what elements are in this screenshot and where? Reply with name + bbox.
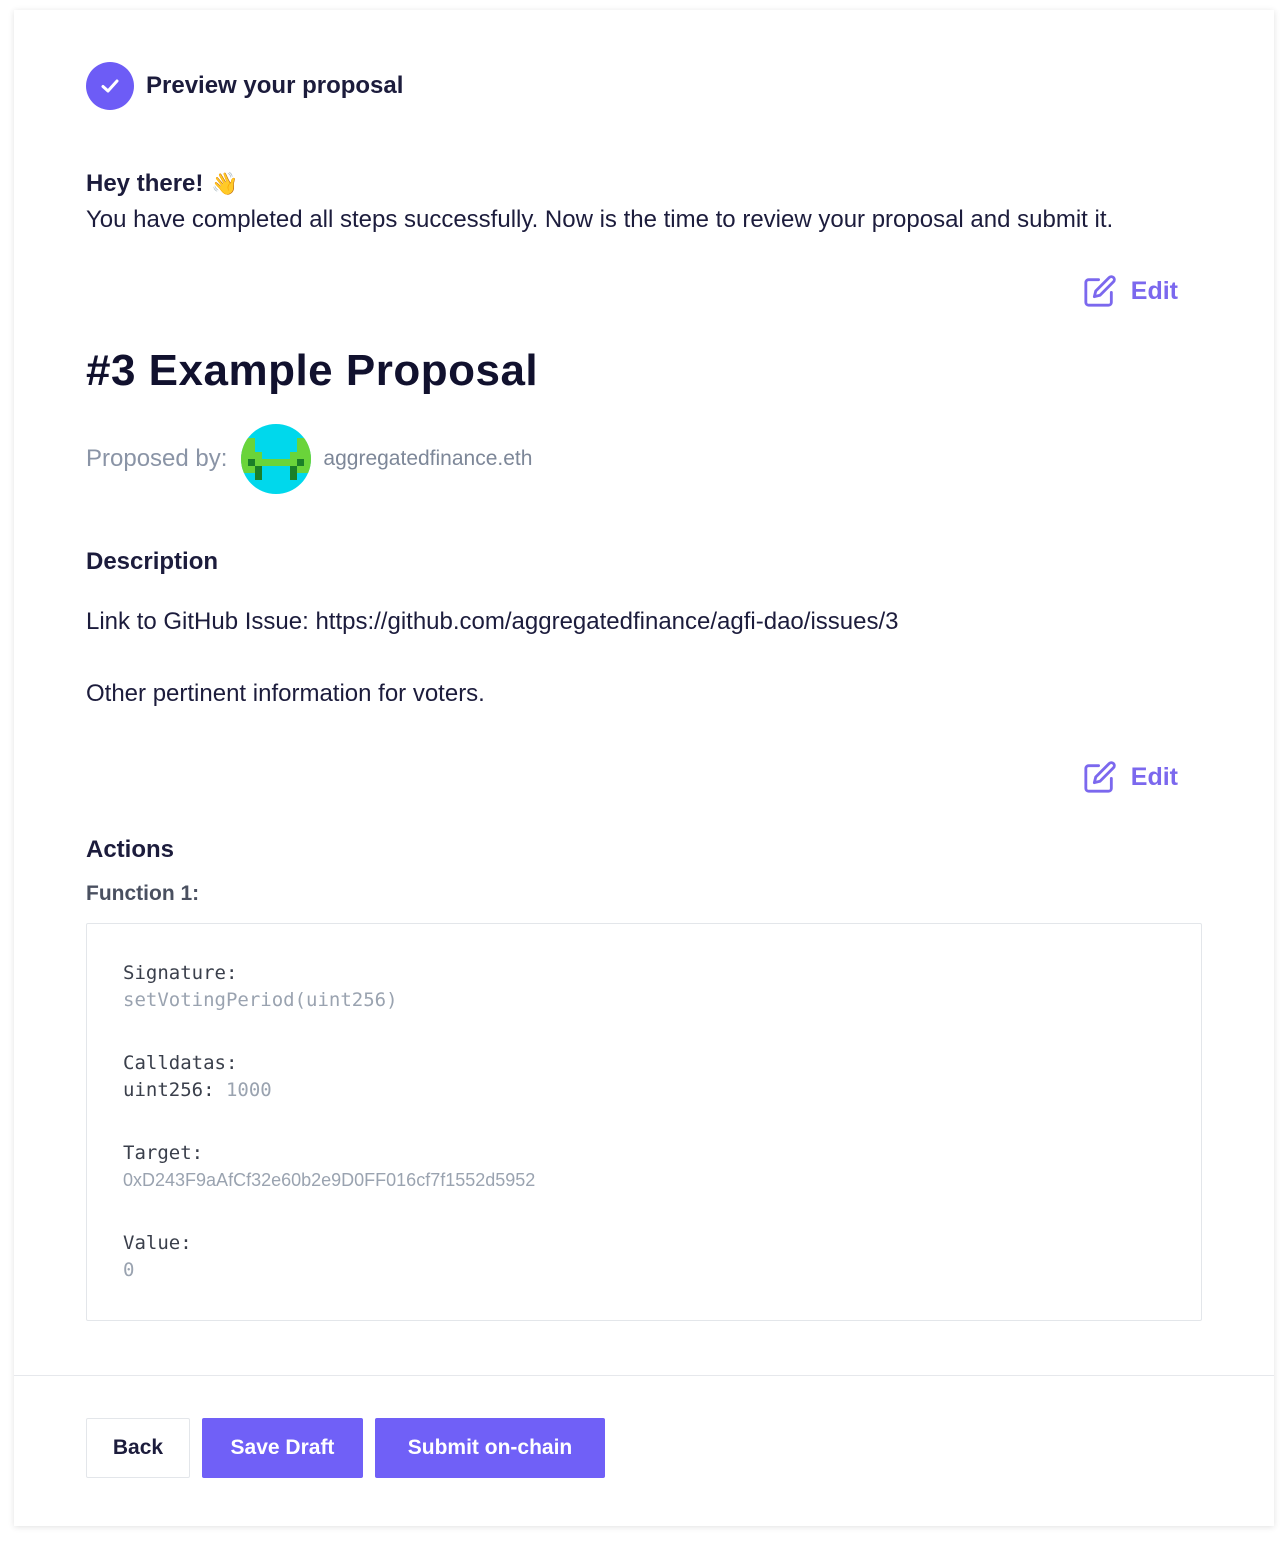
value-label: Value: [123, 1232, 192, 1254]
submit-on-chain-button[interactable]: Submit on-chain [375, 1418, 605, 1478]
value-value: 0 [123, 1259, 135, 1281]
signature-value: setVotingPeriod(uint256) [123, 989, 398, 1011]
description-heading: Description [86, 548, 219, 575]
calldata-type: uint256: [123, 1079, 215, 1101]
description-line: Link to GitHub Issue: https://github.com… [86, 608, 899, 635]
proposal-title: #3 Example Proposal [86, 346, 539, 395]
target-value: 0xD243F9aAfCf32e60b2e9D0FF016cf7f1552d59… [123, 1170, 536, 1190]
actions-heading: Actions [86, 836, 175, 863]
check-icon [86, 62, 134, 110]
back-button[interactable]: Back [86, 1418, 190, 1478]
edit-icon [1084, 761, 1116, 793]
proposal-preview-card: Preview your proposal Hey there! 👋 You h… [14, 10, 1274, 1526]
calldatas-block: Calldatas: uint256: 1000 [123, 1050, 1165, 1104]
greeting-message: You have completed all steps successfull… [86, 206, 1114, 233]
footer-divider [14, 1375, 1274, 1376]
step-header: Preview your proposal [86, 62, 403, 110]
proposer-row: Proposed by: aggregatedfinance.eth [86, 424, 532, 494]
calldata-value: 1000 [225, 1079, 272, 1101]
greeting-text: Hey there! [86, 170, 204, 197]
function-label: Function 1: [86, 882, 200, 905]
description-line: Other pertinent information for voters. [86, 680, 485, 707]
edit-icon [1084, 275, 1116, 307]
avatar [241, 424, 312, 494]
footer-actions: Back Save Draft Submit on-chain [86, 1418, 605, 1478]
proposer-address[interactable]: aggregatedfinance.eth [323, 447, 532, 471]
greeting-title: Hey there! 👋 [86, 170, 239, 198]
step-title: Preview your proposal [146, 72, 404, 99]
save-draft-button[interactable]: Save Draft [202, 1418, 363, 1478]
signature-block: Signature: setVotingPeriod(uint256) [123, 960, 1165, 1014]
proposed-by-label: Proposed by: [86, 445, 228, 472]
target-block: Target: 0xD243F9aAfCf32e60b2e9D0FF016cf7… [123, 1140, 1165, 1194]
edit-title-button[interactable]: Edit [1083, 274, 1178, 308]
value-block: Value: 0 [123, 1230, 1165, 1284]
function-details: Signature: setVotingPeriod(uint256) Call… [86, 923, 1202, 1321]
calldatas-label: Calldatas: [123, 1052, 238, 1074]
edit-label: Edit [1130, 276, 1178, 305]
signature-label: Signature: [123, 962, 238, 984]
target-label: Target: [123, 1142, 204, 1164]
wave-icon: 👋 [211, 171, 239, 196]
edit-description-button[interactable]: Edit [1083, 760, 1178, 794]
calldata-row: uint256: 1000 [123, 1077, 1165, 1104]
edit-label: Edit [1130, 762, 1178, 791]
